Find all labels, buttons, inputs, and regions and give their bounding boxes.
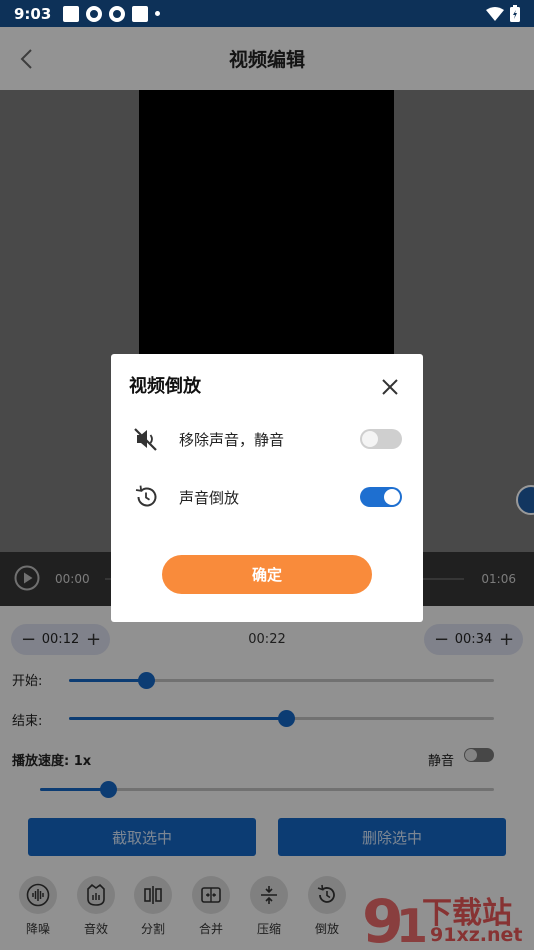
close-icon[interactable] — [379, 376, 401, 398]
mute-option-toggle[interactable] — [360, 429, 402, 449]
option-mute-label: 移除声音，静音 — [179, 431, 285, 449]
notification-icon — [86, 5, 103, 22]
status-notification-icons — [63, 5, 161, 22]
reverse-video-dialog: 视频倒放 移除声音，静音 声音倒放 确定 — [111, 354, 423, 622]
battery-icon — [510, 5, 520, 22]
status-system-icons — [486, 5, 520, 22]
volume-mute-icon — [134, 428, 157, 451]
history-icon — [135, 485, 157, 507]
notification-icon — [109, 5, 126, 22]
more-notifications-icon — [155, 11, 161, 16]
confirm-button[interactable]: 确定 — [162, 555, 372, 594]
option-reverse-audio-label: 声音倒放 — [179, 489, 240, 507]
status-time: 9:03 — [14, 4, 52, 23]
status-bar: 9:03 — [0, 0, 534, 27]
reverse-audio-toggle[interactable] — [360, 487, 402, 507]
notification-icon — [63, 5, 80, 22]
wifi-icon — [486, 6, 504, 21]
notification-icon — [132, 5, 149, 22]
dialog-title: 视频倒放 — [129, 376, 201, 397]
